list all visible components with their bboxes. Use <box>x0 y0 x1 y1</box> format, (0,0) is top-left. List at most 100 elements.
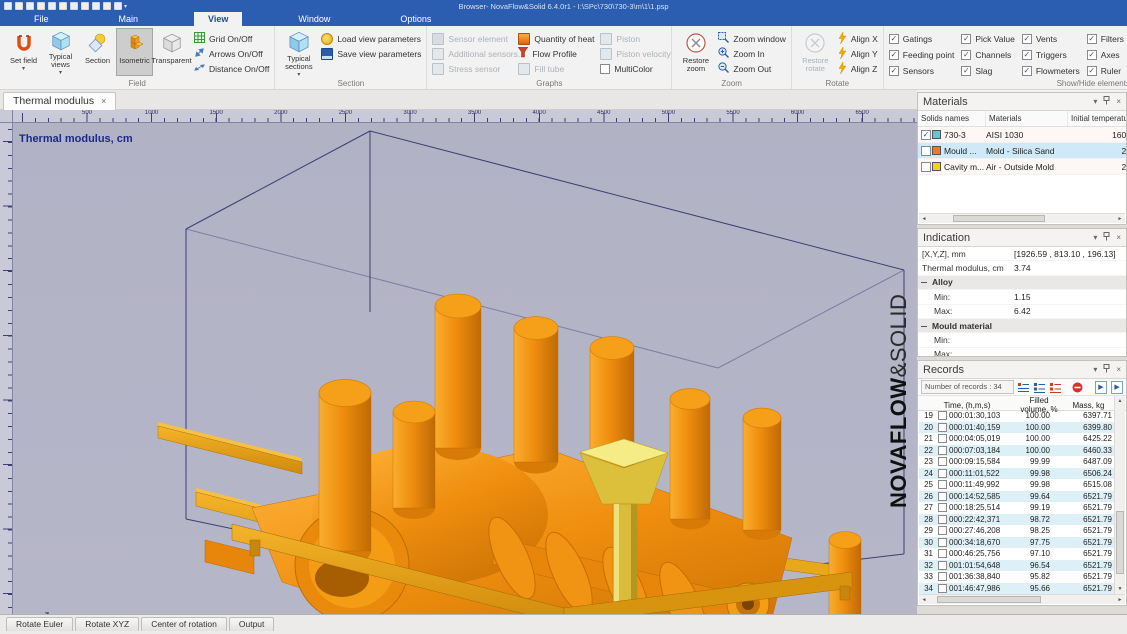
column-initial-temperature[interactable]: Initial temperature <box>1068 111 1127 126</box>
statusbar-tab-rotate-euler[interactable]: Rotate Euler <box>6 617 73 631</box>
scroll-right-icon[interactable]: ► <box>1115 216 1125 222</box>
quick-access-icon[interactable] <box>81 2 89 10</box>
records-hscrollbar[interactable]: ◄ ► <box>919 594 1125 604</box>
record-checkbox[interactable] <box>938 469 947 478</box>
column-time[interactable]: Time, (h,m,s) <box>918 401 1016 410</box>
record-checkbox[interactable] <box>938 526 947 535</box>
quick-access-icon[interactable] <box>70 2 78 10</box>
quick-access-dropdown-icon[interactable]: ▾ <box>124 3 127 10</box>
quick-access-icon[interactable] <box>59 2 67 10</box>
record-checkbox[interactable] <box>938 572 947 581</box>
quick-access-icon[interactable] <box>15 2 23 10</box>
column-materials[interactable]: Materials <box>986 111 1068 126</box>
material-row[interactable]: ✓730-3AISI 10301600 <box>918 127 1126 143</box>
showhide-channels[interactable]: ✓Channels <box>961 47 1015 63</box>
viewport-3d[interactable]: z x y 5001000150020002500300035004000450… <box>0 110 917 614</box>
material-row[interactable]: Cavity m...Air - Outside Mold20 <box>918 159 1126 175</box>
showhide-gatings[interactable]: ✓Gatings <box>889 31 955 47</box>
record-row[interactable]: 20000:01:40,159100.006399.80 <box>919 422 1116 434</box>
statusbar-tab-output[interactable]: Output <box>229 617 275 631</box>
quick-access-icon[interactable] <box>48 2 56 10</box>
set-field-button[interactable]: Set field ▾ <box>5 28 42 76</box>
showhide-pick-value[interactable]: ✓Pick Value <box>961 31 1015 47</box>
filter-view-button[interactable] <box>1049 381 1061 394</box>
showhide-feeding-point[interactable]: ✓Feeding point <box>889 47 955 63</box>
column-mass[interactable]: Mass, kg <box>1062 401 1115 410</box>
delete-records-button[interactable] <box>1071 381 1083 394</box>
record-row[interactable]: 25000:11:49,99299.986515.08 <box>919 479 1116 491</box>
statusbar-tab-center-of-rotation[interactable]: Center of rotation <box>141 617 227 631</box>
record-checkbox[interactable] <box>938 503 947 512</box>
quick-access-icon[interactable] <box>114 2 122 10</box>
record-checkbox[interactable] <box>938 434 947 443</box>
record-checkbox[interactable] <box>938 446 947 455</box>
record-row[interactable]: 19000:01:30,103100.006397.71 <box>919 410 1116 422</box>
scroll-right-icon[interactable]: ► <box>1115 597 1125 603</box>
scroll-up-icon[interactable]: ▲ <box>1115 396 1125 406</box>
close-icon[interactable]: × <box>1116 98 1121 106</box>
scroll-thumb[interactable] <box>1116 511 1124 574</box>
quantity-of-heat-button[interactable]: Quantity of heat <box>518 31 596 46</box>
scroll-thumb[interactable] <box>937 596 1041 603</box>
record-row[interactable]: 31000:46:25,75697.106521.79 <box>919 548 1116 560</box>
transparent-button[interactable]: Transparent <box>153 28 190 76</box>
stress-sensor-button[interactable]: Stress sensor <box>432 61 514 76</box>
piston-velocity-button[interactable]: Piston velocity <box>600 46 666 61</box>
record-checkbox[interactable] <box>938 423 947 432</box>
showhide-slag[interactable]: ✓Slag <box>961 63 1015 79</box>
column-solids-names[interactable]: Solids names <box>918 111 986 126</box>
showhide-axes[interactable]: ✓Axes <box>1087 47 1124 63</box>
record-row[interactable]: 27000:18:25,51499.196521.79 <box>919 502 1116 514</box>
close-icon[interactable]: × <box>1116 234 1121 242</box>
records-vscrollbar[interactable]: ▲ ▼ <box>1114 396 1125 594</box>
material-checkbox[interactable] <box>921 162 931 172</box>
detail-view-button[interactable] <box>1033 381 1045 394</box>
record-row[interactable]: 24000:11:01,52299.986506.24 <box>919 468 1116 480</box>
record-row[interactable]: 32001:01:54,64896.546521.79 <box>919 560 1116 572</box>
restore-rotate-button[interactable]: Restore rotate <box>797 28 834 76</box>
quick-access-icon[interactable] <box>92 2 100 10</box>
menu-options[interactable]: Options <box>386 12 445 26</box>
record-checkbox[interactable] <box>938 549 947 558</box>
record-checkbox[interactable] <box>938 584 947 593</box>
material-checkbox[interactable] <box>921 146 931 156</box>
typical-sections-button[interactable]: Typical sections ▾ <box>280 28 317 76</box>
arrows-toggle[interactable]: Arrows On/Off <box>194 46 269 61</box>
scroll-thumb[interactable] <box>953 215 1045 222</box>
record-checkbox[interactable] <box>938 492 947 501</box>
record-checkbox[interactable] <box>938 457 947 466</box>
record-checkbox[interactable] <box>938 538 947 547</box>
menu-window[interactable]: Window <box>284 12 344 26</box>
zoom-window-button[interactable]: Zoom window <box>718 31 785 46</box>
align-x-button[interactable]: Align X <box>838 31 878 46</box>
distance-toggle[interactable]: Distance On/Off <box>194 61 269 76</box>
grid-toggle[interactable]: Grid On/Off <box>194 31 269 46</box>
flow-profile-button[interactable]: Flow Profile <box>518 46 596 61</box>
record-row[interactable]: 26000:14:52,58599.646521.79 <box>919 491 1116 503</box>
restore-zoom-button[interactable]: Restore zoom <box>677 28 714 76</box>
quick-access-icon[interactable] <box>4 2 12 10</box>
record-row[interactable]: 21000:04:05,019100.006425.22 <box>919 433 1116 445</box>
quick-access-icon[interactable] <box>26 2 34 10</box>
showhide-sensors[interactable]: ✓Sensors <box>889 63 955 79</box>
showhide-vents[interactable]: ✓Vents <box>1022 31 1080 47</box>
record-row[interactable]: 29000:27:46,20898.256521.79 <box>919 525 1116 537</box>
sensor-element-button[interactable]: Sensor element <box>432 31 514 46</box>
record-row[interactable]: 30000:34:18,67097.756521.79 <box>919 537 1116 549</box>
tab-close-icon[interactable]: × <box>101 96 106 106</box>
record-row[interactable]: 34001:46:47,98695.666521.79 <box>919 583 1116 595</box>
zoom-out-button[interactable]: Zoom Out <box>718 61 785 76</box>
record-checkbox[interactable] <box>938 561 947 570</box>
quick-access-icon[interactable] <box>37 2 45 10</box>
play-forward-button[interactable]: ▶ <box>1095 381 1107 394</box>
scroll-left-icon[interactable]: ◄ <box>919 216 929 222</box>
play-to-end-button[interactable]: ▶ <box>1111 381 1123 394</box>
pin-icon[interactable] <box>1103 96 1110 107</box>
scroll-down-icon[interactable]: ▼ <box>1115 584 1125 594</box>
statusbar-tab-rotate-xyz[interactable]: Rotate XYZ <box>75 617 139 631</box>
material-row[interactable]: Mould ...Mold - Silica Sand20 <box>918 143 1126 159</box>
scroll-left-icon[interactable]: ◄ <box>919 597 929 603</box>
materials-hscrollbar[interactable]: ◄ ► <box>919 213 1125 223</box>
close-icon[interactable]: × <box>1116 366 1121 374</box>
pin-icon[interactable] <box>1103 232 1110 243</box>
